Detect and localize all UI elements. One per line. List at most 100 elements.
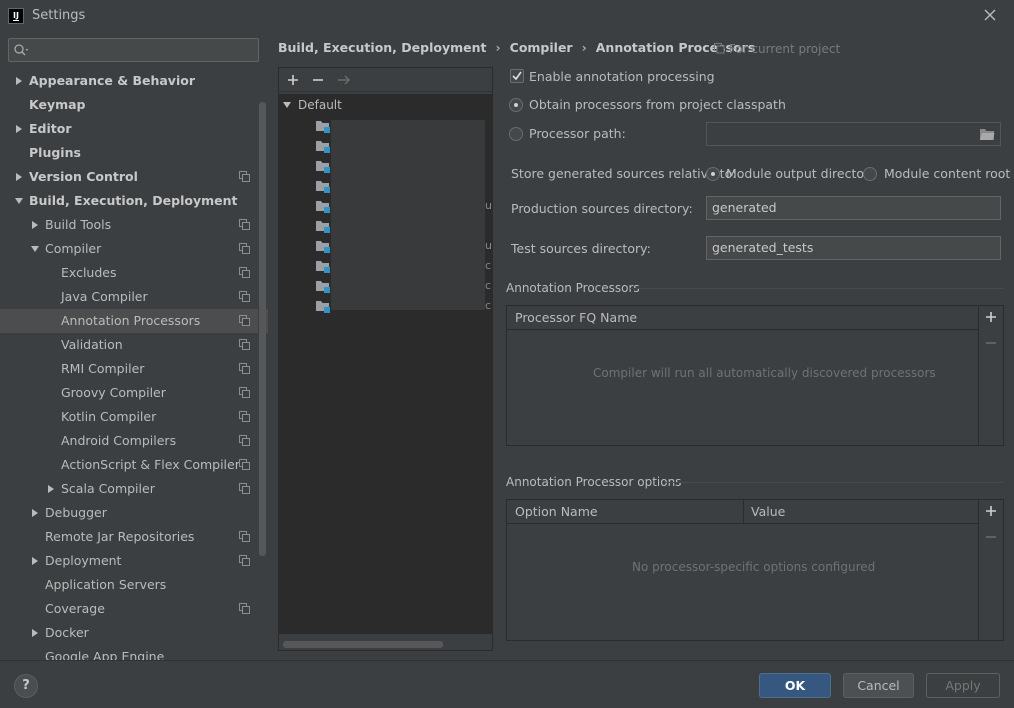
ok-button[interactable]: OK xyxy=(759,673,831,698)
chevron-right-icon[interactable] xyxy=(30,621,40,645)
sidebar-item-label: Compiler xyxy=(45,241,102,256)
sidebar-item-label: ActionScript & Flex Compiler xyxy=(61,457,240,472)
options-table-body[interactable] xyxy=(507,525,979,640)
section-divider xyxy=(630,288,1003,289)
project-scope-icon xyxy=(239,531,250,542)
chevron-right-icon[interactable] xyxy=(30,213,40,237)
module-output-radio[interactable] xyxy=(706,167,720,181)
processors-column-header[interactable]: Processor FQ Name xyxy=(507,306,979,330)
remove-processor-icon xyxy=(986,342,996,344)
plus-icon xyxy=(288,75,298,85)
sidebar-item-plugins[interactable]: Plugins xyxy=(0,141,268,165)
help-button[interactable]: ? xyxy=(14,674,38,698)
processor-path-radio[interactable] xyxy=(509,127,523,141)
project-scope-icon xyxy=(239,339,250,350)
sidebar-item-editor[interactable]: Editor xyxy=(0,117,268,141)
module-content-radio[interactable] xyxy=(863,167,877,181)
module-folder-icon[interactable] xyxy=(315,278,331,294)
sidebar-item-keymap[interactable]: Keymap xyxy=(0,93,268,117)
sidebar-item-validation[interactable]: Validation xyxy=(0,333,268,357)
module-folder-icon[interactable] xyxy=(315,178,331,194)
sidebar-item-build-execution-deployment[interactable]: Build, Execution, Deployment xyxy=(0,189,268,213)
chevron-down-icon[interactable] xyxy=(282,100,292,110)
sidebar-item-appearance-behavior[interactable]: Appearance & Behavior xyxy=(0,69,268,93)
breadcrumb-item[interactable]: Build, Execution, Deployment xyxy=(278,40,486,55)
sidebar-item-debugger[interactable]: Debugger xyxy=(0,501,268,525)
remove-profile-button[interactable] xyxy=(309,71,327,89)
profile-default[interactable]: Default xyxy=(279,94,492,116)
module-folder-icon[interactable] xyxy=(315,238,331,254)
sidebar-item-google-app-engine[interactable]: Google App Engine xyxy=(0,645,268,660)
profiles-horizontal-scrollbar[interactable] xyxy=(283,641,443,648)
sidebar-item-actionscript-flex-compiler[interactable]: ActionScript & Flex Compiler xyxy=(0,453,268,477)
sidebar-item-label: Android Compilers xyxy=(61,433,177,448)
option-name-column-header[interactable]: Option Name xyxy=(515,500,598,524)
sidebar-item-application-servers[interactable]: Application Servers xyxy=(0,573,268,597)
module-folder-icon[interactable] xyxy=(315,218,331,234)
sidebar-item-docker[interactable]: Docker xyxy=(0,621,268,645)
sidebar-item-label: Version Control xyxy=(29,169,138,184)
sidebar-item-remote-jar-repositories[interactable]: Remote Jar Repositories xyxy=(0,525,268,549)
module-folder-icon[interactable] xyxy=(315,298,331,314)
sidebar-item-excludes[interactable]: Excludes xyxy=(0,261,268,285)
add-processor-icon[interactable] xyxy=(983,309,999,325)
sidebar-item-java-compiler[interactable]: Java Compiler xyxy=(0,285,268,309)
sidebar-item-label: Application Servers xyxy=(45,577,167,592)
obtain-from-classpath-radio[interactable] xyxy=(509,98,523,112)
sidebar-item-groovy-compiler[interactable]: Groovy Compiler xyxy=(0,381,268,405)
enable-annotation-processing-label: Enable annotation processing xyxy=(529,69,715,84)
processors-section-title: Annotation Processors xyxy=(506,281,640,295)
chevron-right-icon[interactable] xyxy=(14,165,24,189)
sidebar-item-android-compilers[interactable]: Android Compilers xyxy=(0,429,268,453)
project-scope-icon xyxy=(239,315,250,326)
sidebar-item-deployment[interactable]: Deployment xyxy=(0,549,268,573)
chevron-right-icon[interactable] xyxy=(30,549,40,573)
chevron-right-icon[interactable] xyxy=(14,117,24,141)
add-profile-button[interactable] xyxy=(284,71,302,89)
chevron-down-icon[interactable] xyxy=(30,237,40,261)
test-dir-input[interactable]: generated_tests xyxy=(706,236,1001,260)
sidebar-item-coverage[interactable]: Coverage xyxy=(0,597,268,621)
processor-path-field[interactable] xyxy=(706,122,1001,146)
project-scope-icon xyxy=(239,243,250,254)
section-divider xyxy=(666,482,1003,483)
cancel-button[interactable]: Cancel xyxy=(843,673,914,698)
project-scope-icon xyxy=(239,555,250,566)
module-name-fragment: u xyxy=(485,199,492,212)
sidebar-scrollbar-thumb[interactable] xyxy=(259,102,266,556)
sidebar-item-version-control[interactable]: Version Control xyxy=(0,165,268,189)
module-folder-icon[interactable] xyxy=(315,138,331,154)
sidebar-item-compiler[interactable]: Compiler xyxy=(0,237,268,261)
module-folder-icon[interactable] xyxy=(315,198,331,214)
module-content-label: Module content root xyxy=(884,166,1011,181)
enable-annotation-processing-checkbox[interactable] xyxy=(510,69,524,83)
chevron-right-icon[interactable] xyxy=(30,501,40,525)
sidebar-item-annotation-processors[interactable]: Annotation Processors xyxy=(0,309,268,333)
module-folder-icon[interactable] xyxy=(315,118,331,134)
sidebar-item-build-tools[interactable]: Build Tools xyxy=(0,213,268,237)
module-folder-icon[interactable] xyxy=(315,258,331,274)
breadcrumb-item[interactable]: Compiler xyxy=(510,40,573,55)
add-option-icon[interactable] xyxy=(983,503,999,519)
sidebar-item-kotlin-compiler[interactable]: Kotlin Compiler xyxy=(0,405,268,429)
project-scope-icon xyxy=(239,459,250,470)
browse-folder-icon[interactable] xyxy=(979,127,995,141)
title-bar: IJ Settings xyxy=(0,0,1014,32)
close-icon[interactable] xyxy=(978,3,1002,27)
chevron-right-icon[interactable] xyxy=(46,477,56,501)
value-column-header[interactable]: Value xyxy=(751,500,785,524)
sidebar-item-rmi-compiler[interactable]: RMI Compiler xyxy=(0,357,268,381)
processors-table-body[interactable] xyxy=(507,331,979,445)
chevron-down-icon[interactable] xyxy=(14,189,24,213)
apply-button[interactable]: Apply xyxy=(926,673,1000,698)
module-folder-icon[interactable] xyxy=(315,158,331,174)
production-dir-input[interactable]: generated xyxy=(706,196,1001,220)
sidebar-item-scala-compiler[interactable]: Scala Compiler xyxy=(0,477,268,501)
window-title: Settings xyxy=(32,8,86,23)
search-input[interactable] xyxy=(8,38,259,62)
chevron-right-icon[interactable] xyxy=(14,69,24,93)
settings-sidebar: Appearance & Behavior Keymap Editor Plugins… xyxy=(0,32,268,660)
project-scope-icon xyxy=(239,483,250,494)
options-side-toolbar xyxy=(978,500,1003,640)
sidebar-item-label: Kotlin Compiler xyxy=(61,409,157,424)
